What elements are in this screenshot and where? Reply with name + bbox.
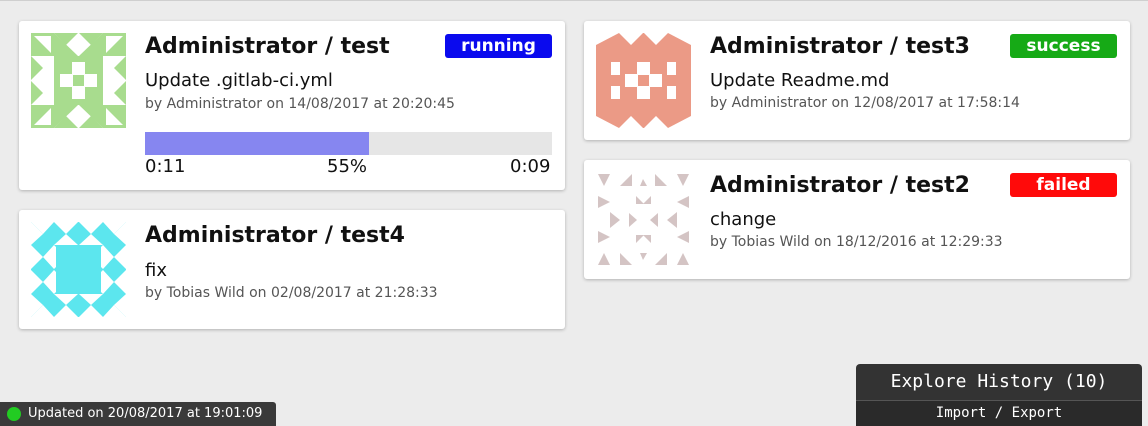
progress-bar [145,132,552,155]
last-updated-text: Updated on 20/08/2017 at 19:01:09 [28,406,263,421]
project-title[interactable]: Administrator / test [145,33,390,61]
project-card-test2[interactable]: Administrator / test2 failed change by T… [584,160,1130,279]
commit-message: fix [145,260,167,281]
commit-message: Update .gitlab-ci.yml [145,70,333,91]
explore-history-button[interactable]: Explore History (10) [856,364,1142,400]
commit-message: change [710,209,777,230]
status-dot-icon [7,407,21,421]
project-title[interactable]: Administrator / test3 [710,33,970,61]
history-panel: Explore History (10) Import / Export [856,364,1142,426]
commit-meta: by Administrator on 14/08/2017 at 20:20:… [145,96,455,112]
progress-elapsed: 0:11 [145,156,186,177]
project-title[interactable]: Administrator / test2 [710,172,970,200]
top-border [0,0,1148,1]
progress-percent: 55% [327,156,368,177]
import-export-button[interactable]: Import / Export [856,401,1142,426]
status-badge: running [445,34,552,58]
progress-remaining: 0:09 [510,156,551,177]
progress-bar-fill [145,132,369,155]
commit-meta: by Administrator on 12/08/2017 at 17:58:… [710,95,1020,111]
project-card-test3[interactable]: Administrator / test3 success Update Rea… [584,21,1130,140]
identicon-cyan-icon [31,222,126,317]
identicon-green-icon [31,33,126,128]
project-title[interactable]: Administrator / test4 [145,222,405,250]
status-badge: success [1010,34,1117,58]
project-card-test[interactable]: Administrator / test running Update .git… [19,21,565,190]
identicon-salmon-icon [596,33,691,128]
commit-meta: by Tobias Wild on 18/12/2016 at 12:29:33 [710,234,1003,250]
identicon-mauve-icon [596,172,691,267]
project-card-test4[interactable]: Administrator / test4 fix by Tobias Wild… [19,210,565,329]
last-updated-bar: Updated on 20/08/2017 at 19:01:09 [0,402,276,426]
status-badge: failed [1010,173,1117,197]
commit-message: Update Readme.md [710,70,890,91]
commit-meta: by Tobias Wild on 02/08/2017 at 21:28:33 [145,285,438,301]
